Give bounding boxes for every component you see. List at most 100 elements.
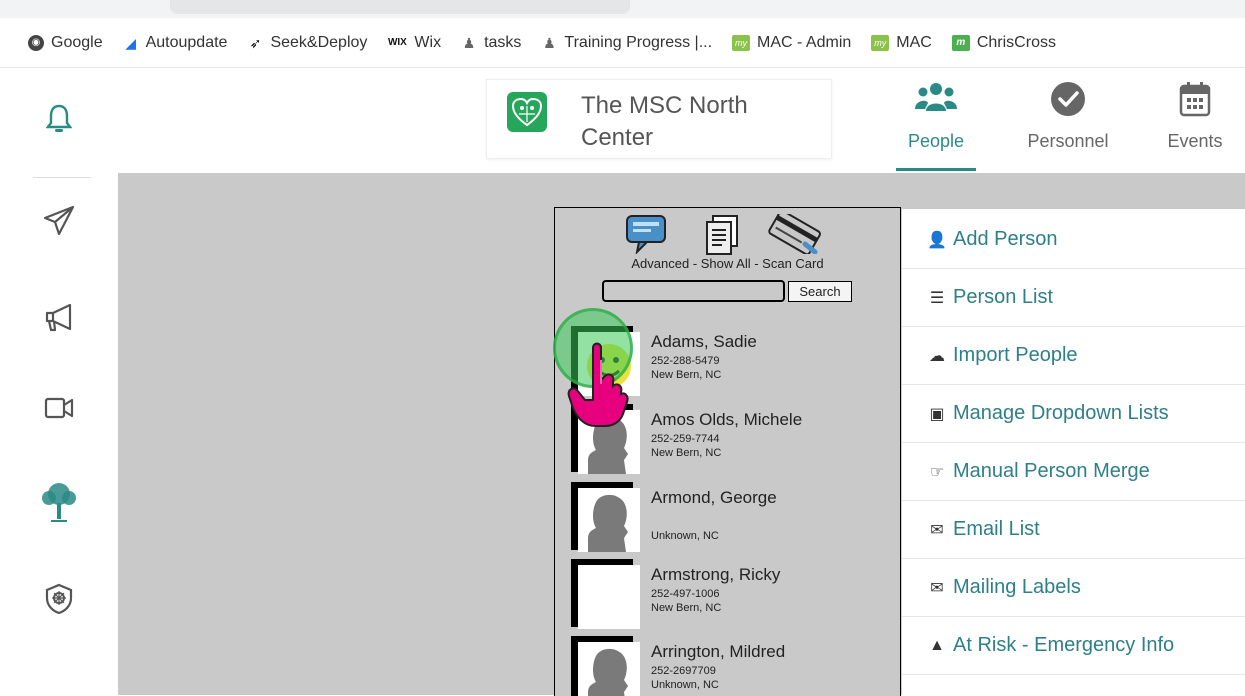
person-city: Unknown, NC: [651, 530, 719, 542]
wix-icon: WIX: [387, 36, 407, 48]
bookmark-chriscross[interactable]: m ChrisCross: [951, 34, 1056, 52]
mm-icon: m: [951, 34, 970, 51]
add-user-icon: 👤: [927, 231, 947, 249]
google-icon: ◉: [28, 34, 44, 51]
search-input[interactable]: [602, 280, 785, 302]
menu-mailing-labels[interactable]: ✉ Mailing Labels: [902, 559, 1245, 617]
address-bar[interactable]: [170, 0, 630, 14]
menu-label: Email List: [953, 518, 1040, 540]
shield-icon: ◢: [125, 34, 136, 51]
person-city: New Bern, NC: [651, 369, 722, 381]
menu-manage-dropdown-lists[interactable]: ▣ Manage Dropdown Lists: [902, 385, 1245, 443]
menu-email-list[interactable]: ✉ Email List: [902, 501, 1245, 559]
person-photo: [571, 636, 640, 696]
sidebar-item-community[interactable]: [0, 481, 118, 523]
sidebar-item-announcements[interactable]: [0, 301, 118, 333]
tab-events[interactable]: Events: [1158, 79, 1232, 173]
cloud-upload-icon: ☁: [929, 347, 945, 365]
calendar-icon: [1179, 82, 1211, 117]
sidebar-item-security[interactable]: [0, 583, 118, 615]
toolbar: [625, 214, 825, 256]
bookmark-training-progress[interactable]: ♟ Training Progress |...: [541, 34, 712, 52]
person-photo: [571, 482, 640, 552]
tasks-icon: ♟: [462, 34, 476, 51]
menu-label: Manage Dropdown Lists: [953, 402, 1169, 424]
list-icon: ☰: [929, 289, 945, 307]
menu-label: Person List: [953, 286, 1054, 308]
bookmark-autoupdate[interactable]: ◢ Autoupdate: [123, 33, 228, 52]
my-icon: my: [732, 34, 751, 51]
person-city: New Bern, NC: [651, 602, 722, 614]
bookmark-label: Google: [51, 33, 103, 51]
paper-plane-icon: [43, 205, 75, 236]
menu-manual-person-merge[interactable]: ☞ Manual Person Merge: [902, 443, 1245, 501]
bookmark-mac[interactable]: my MAC: [871, 34, 932, 52]
bookmark-label: Autoupdate: [145, 33, 228, 51]
people-actions-menu: 👤 Add Person ☰ Person List ☁ Import People …: [902, 209, 1245, 695]
person-name[interactable]: Amos Olds, Michele: [651, 410, 802, 430]
sidebar-item-messages[interactable]: [0, 205, 118, 237]
advanced-search-icon[interactable]: [625, 214, 669, 254]
person-phone: 252-497-1006: [651, 588, 720, 600]
rocket-icon: ➶: [249, 34, 262, 51]
my-icon: my: [871, 34, 890, 51]
bookmark-wix[interactable]: WIX Wix: [387, 34, 441, 52]
bookmark-mac-admin[interactable]: my MAC - Admin: [732, 34, 851, 52]
menu-at-risk-emergency-info[interactable]: ▲ At Risk - Emergency Info: [902, 617, 1245, 675]
menu-person-list[interactable]: ☰ Person List: [902, 269, 1245, 327]
envelope-outline-icon: ✉: [930, 579, 944, 597]
menu-label: Import People: [953, 344, 1078, 366]
organization-logo: [507, 92, 547, 132]
avatar-silhouette-icon: [588, 494, 628, 552]
dropdown-icon: ▣: [929, 405, 945, 423]
person-photo: [571, 559, 640, 629]
app-header: The MSC North Center People Personnel Ev…: [118, 69, 1245, 173]
person-city: New Bern, NC: [651, 447, 722, 459]
envelope-icon: ✉: [930, 521, 944, 539]
video-icon: [44, 397, 74, 419]
person-name[interactable]: Arrington, Mildred: [651, 642, 785, 662]
bookmark-label: MAC - Admin: [757, 33, 852, 51]
people-icon: [915, 83, 957, 111]
person-row[interactable]: Armond, George Unknown, NC: [571, 482, 891, 554]
person-name[interactable]: Adams, Sadie: [651, 332, 757, 352]
bookmark-seek-deploy[interactable]: ➶ Seek&Deploy: [247, 34, 368, 52]
tasks-icon: ♟: [543, 34, 556, 51]
browser-tab-strip: [0, 0, 1245, 18]
sidebar-divider: [33, 177, 91, 178]
people-panel: Advanced - Show All - Scan Card Search A…: [554, 207, 901, 696]
bookmark-label: MAC: [896, 33, 932, 51]
tab-label: Events: [1167, 131, 1223, 151]
person-phone: 252-259-7744: [651, 433, 720, 445]
menu-import-people[interactable]: ☁ Import People: [902, 327, 1245, 385]
menu-label: Manual Person Merge: [953, 460, 1150, 482]
shield-badge-icon: [45, 583, 73, 615]
hand-point-icon: ☞: [929, 463, 945, 481]
organization-card[interactable]: The MSC North Center: [486, 79, 832, 159]
tab-personnel[interactable]: Personnel: [1018, 79, 1118, 173]
warning-icon: ▲: [929, 636, 945, 654]
tree-icon: [42, 483, 76, 522]
person-phone: 252-2697709: [651, 665, 716, 677]
avatar-silhouette-icon: [588, 649, 628, 696]
person-name[interactable]: Armond, George: [651, 488, 777, 508]
menu-add-person[interactable]: 👤 Add Person: [902, 211, 1245, 269]
check-circle-icon: [1051, 82, 1085, 116]
show-all-icon[interactable]: [703, 214, 743, 256]
person-row[interactable]: Armstrong, Ricky 252-497-1006 New Bern, …: [571, 559, 891, 631]
left-sidebar: [0, 69, 118, 695]
bookmarks-bar: ◉ Google ◢ Autoupdate ➶ Seek&Deploy WIX Wix …: [0, 18, 1245, 68]
tab-people[interactable]: People: [896, 79, 976, 173]
sidebar-item-video[interactable]: [0, 395, 118, 421]
bookmark-google[interactable]: ◉ Google: [28, 34, 103, 52]
person-name[interactable]: Armstrong, Ricky: [651, 565, 780, 585]
bookmark-label: tasks: [484, 33, 522, 51]
bookmark-label: Wix: [414, 33, 442, 51]
sidebar-item-notifications[interactable]: [0, 103, 118, 133]
scan-card-icon[interactable]: [765, 214, 825, 254]
search-button[interactable]: Search: [788, 281, 852, 302]
bookmark-tasks[interactable]: ♟ tasks: [461, 33, 522, 52]
person-row[interactable]: Arrington, Mildred 252-2697709 Unknown, …: [571, 636, 891, 696]
menu-label: Add Person: [953, 228, 1058, 250]
megaphone-icon: [45, 303, 72, 332]
